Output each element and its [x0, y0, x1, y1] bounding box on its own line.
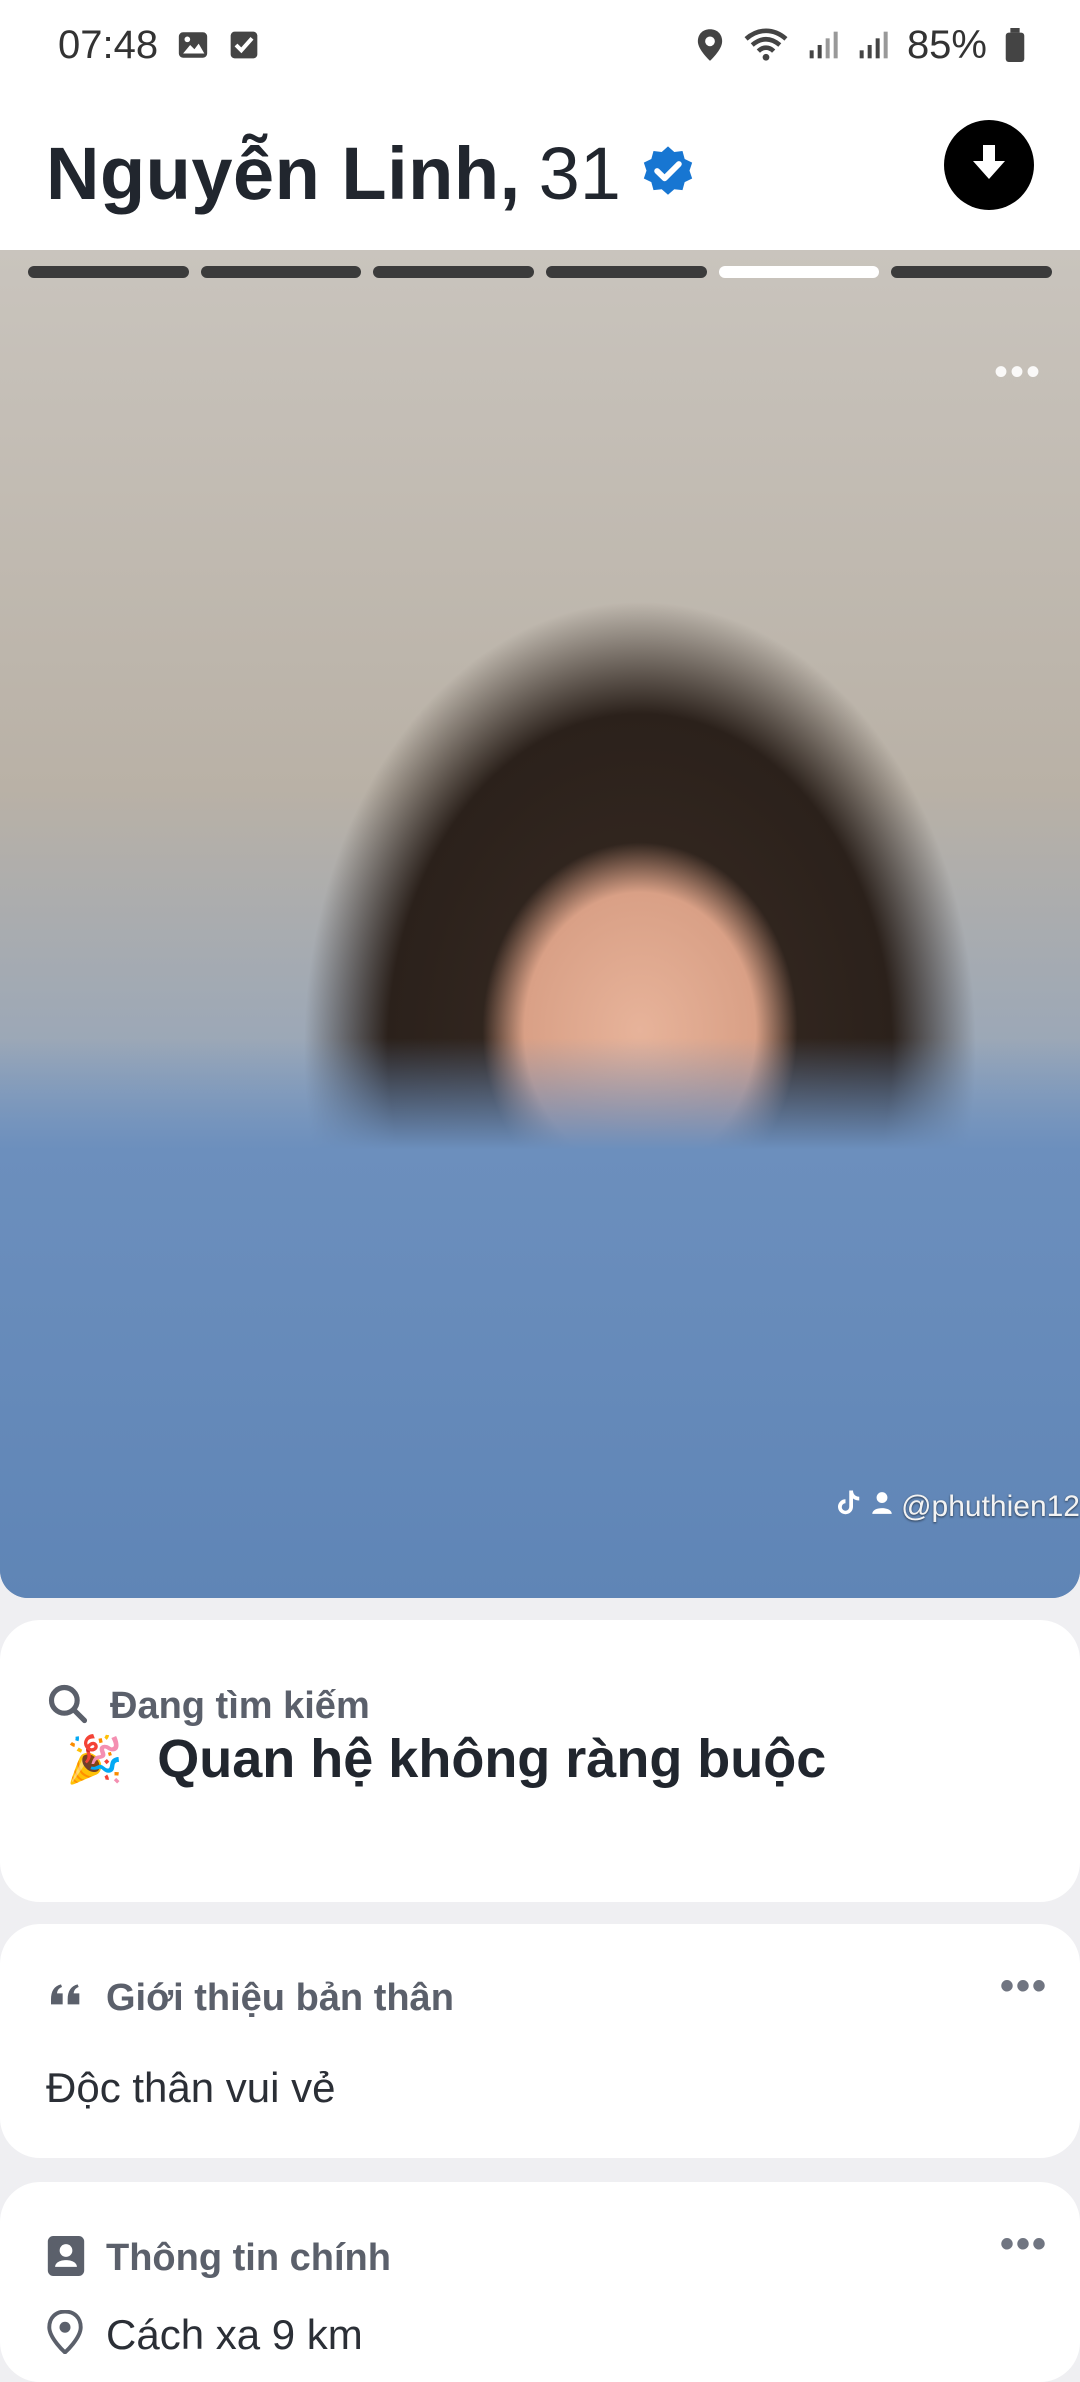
about-title: Giới thiệu bản thân — [106, 1977, 454, 2019]
search-icon — [46, 1682, 90, 1731]
user-icon — [869, 1490, 895, 1524]
location-pin-icon — [46, 2309, 84, 2359]
location-icon — [695, 28, 725, 62]
profile-header: Nguyễn Linh, 31 — [0, 90, 1080, 250]
tiktok-icon — [833, 1488, 863, 1526]
signal-icon — [807, 29, 839, 61]
profile-age: 31 — [538, 131, 621, 215]
main-info-title: Thông tin chính — [106, 2237, 391, 2279]
distance-text: Cách xa 9 km — [106, 2310, 363, 2358]
about-text: Độc thân vui vẻ — [46, 2064, 336, 2111]
main-info-more-icon[interactable]: ••• — [1000, 2222, 1048, 2267]
wifi-icon — [743, 28, 789, 62]
looking-for-card: Đang tìm kiếm 🎉 Quan hệ không ràng buộc — [0, 1620, 1080, 1902]
verified-badge-icon — [639, 144, 697, 202]
download-button[interactable] — [944, 120, 1034, 210]
checkbox-icon — [228, 29, 260, 61]
looking-for-title: Đang tìm kiếm — [110, 1685, 370, 1727]
arrow-down-icon — [965, 139, 1013, 192]
watermark-text: @phuthien12 — [901, 1490, 1080, 1523]
photo-progress-bar — [28, 266, 1053, 278]
profile-photo[interactable]: ••• @phuthien12 — [0, 250, 1080, 1598]
photo-segment[interactable] — [200, 266, 362, 278]
quote-icon — [46, 1976, 86, 2021]
battery-percent: 85% — [906, 22, 987, 67]
photo-watermark: @phuthien12 — [833, 1488, 1080, 1526]
about-card: Giới thiệu bản thân ••• Độc thân vui vẻ — [0, 1924, 1080, 2158]
photo-segment[interactable] — [28, 266, 189, 278]
photo-segment[interactable] — [373, 266, 535, 278]
status-time: 07:48 — [58, 22, 159, 67]
about-more-icon[interactable]: ••• — [1000, 1964, 1048, 2009]
photo-segment[interactable] — [891, 266, 1053, 278]
main-info-card: Thông tin chính ••• Cách xa 9 km — [0, 2182, 1080, 2382]
photo-segment-active[interactable] — [718, 266, 880, 278]
id-badge-icon — [46, 2234, 86, 2283]
status-bar: 07:48 85% — [0, 0, 1080, 90]
photo-segment[interactable] — [546, 266, 707, 278]
photo-more-icon[interactable]: ••• — [994, 350, 1042, 395]
battery-icon — [1005, 28, 1025, 62]
gallery-icon — [176, 28, 210, 62]
signal-icon — [857, 29, 889, 61]
party-popper-icon: 🎉 — [66, 1732, 124, 1785]
looking-for-value: Quan hệ không ràng buộc — [157, 1729, 827, 1789]
profile-name: Nguyễn Linh, — [46, 131, 521, 215]
